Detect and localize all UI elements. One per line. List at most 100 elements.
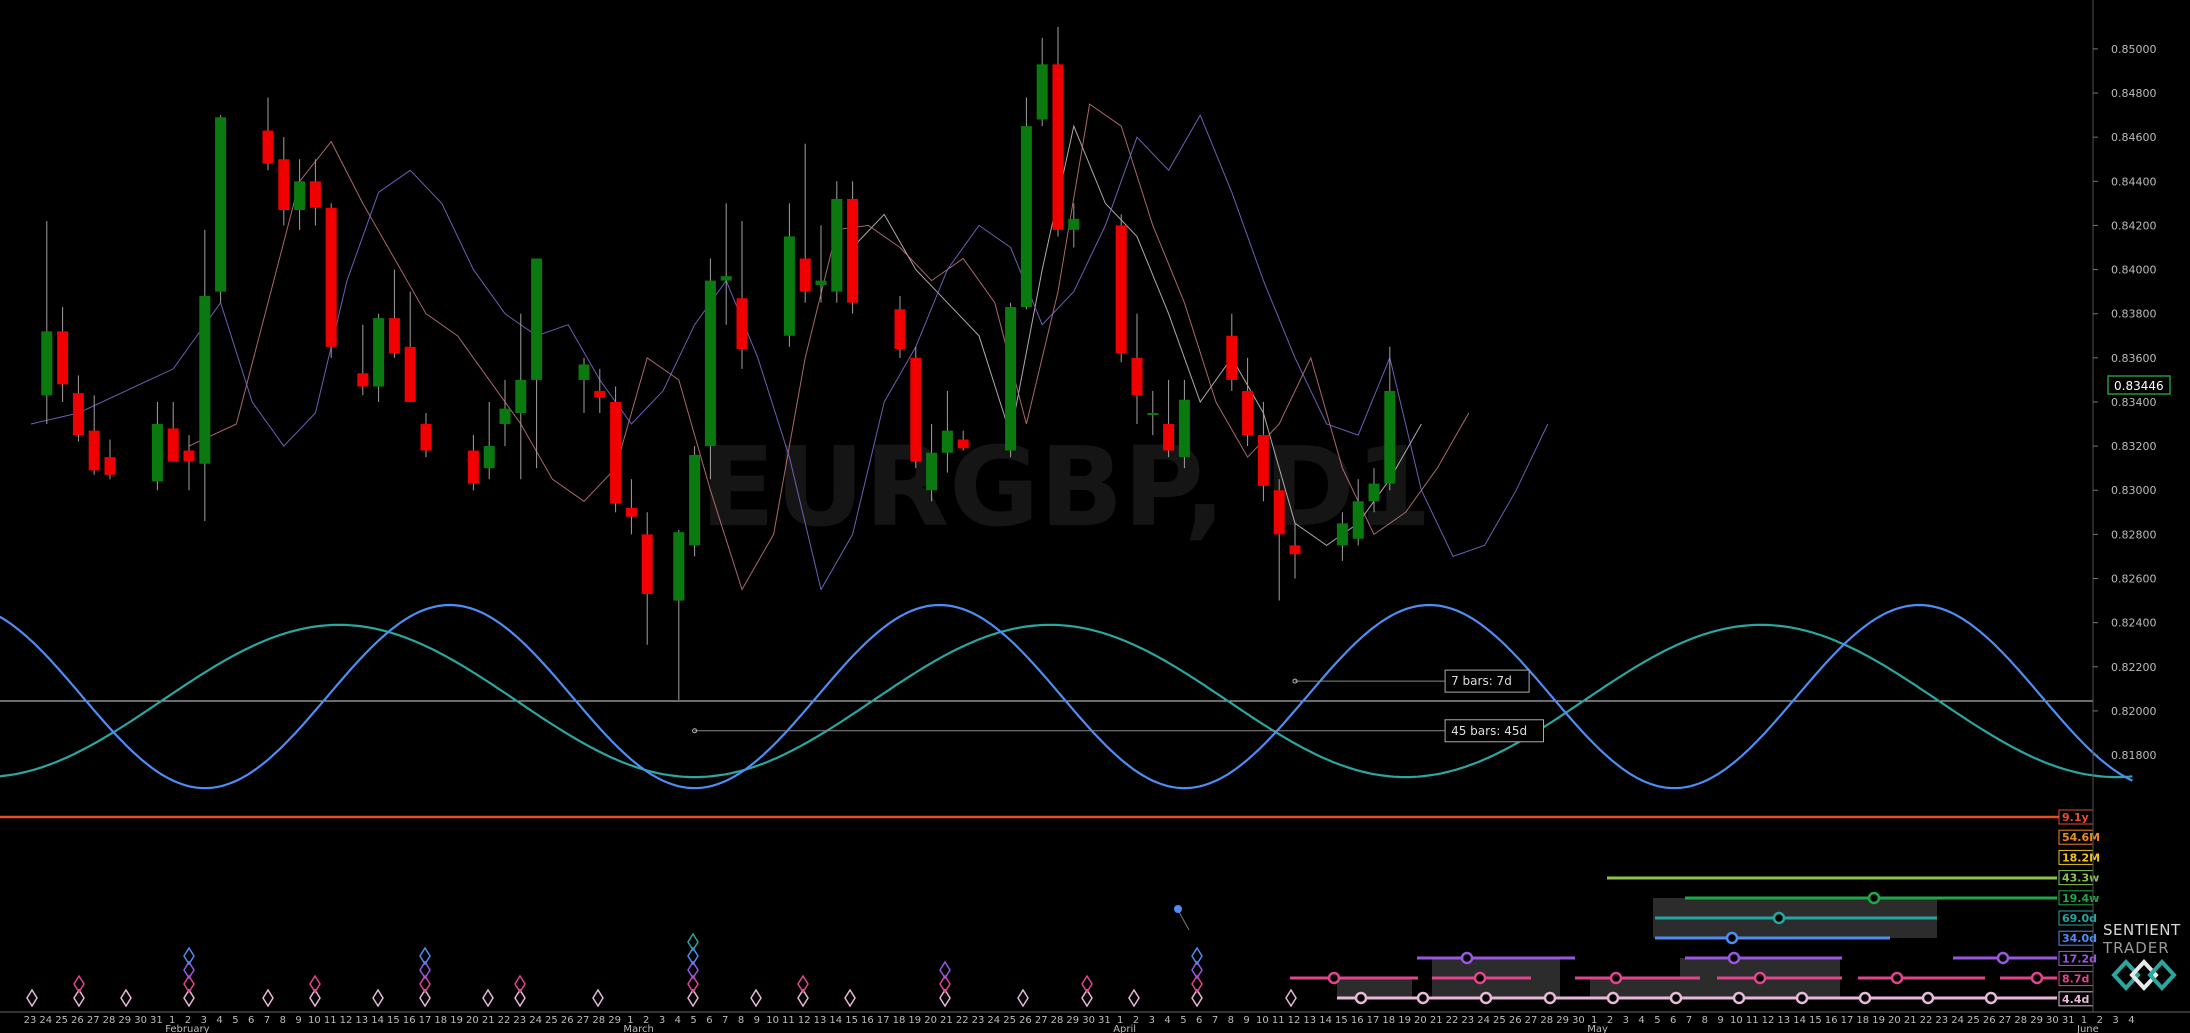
cycle-legend-label: 34.0d <box>2062 932 2097 945</box>
projection-node <box>1732 991 1746 1005</box>
price-tick-label: 0.83600 <box>2111 352 2157 365</box>
date-tick-label: 3 <box>1623 1015 1629 1026</box>
date-tick-label: 30 <box>134 1015 147 1026</box>
candle-body <box>1242 390 1254 436</box>
candle-body <box>704 280 716 447</box>
price-tick-label: 0.84000 <box>2111 264 2157 277</box>
date-tick-label: 23 <box>1461 1015 1474 1026</box>
date-tick-label: 29 <box>2030 1015 2043 1026</box>
price-tick-label: 0.83000 <box>2111 484 2157 497</box>
projection-node <box>1867 891 1881 905</box>
candle-body <box>673 532 685 601</box>
candle-body <box>941 430 953 453</box>
candle-body <box>41 331 53 396</box>
date-tick-label: 20 <box>924 1015 937 1026</box>
date-tick-label: 31 <box>1098 1015 1111 1026</box>
candle-body <box>1115 225 1127 354</box>
date-tick-label: 9 <box>754 1015 760 1026</box>
date-tick-label: 15 <box>845 1015 858 1026</box>
date-tick-label: 26 <box>1983 1015 1996 1026</box>
price-tick-label: 0.85000 <box>2111 43 2157 56</box>
date-tick-label: 9 <box>1717 1015 1723 1026</box>
candle-body <box>309 181 321 208</box>
date-tick-label: 17 <box>1367 1015 1380 1026</box>
date-tick-label: 9 <box>295 1015 301 1026</box>
month-label: June <box>2076 1024 2099 1033</box>
date-tick-label: 31 <box>2062 1015 2075 1026</box>
date-tick-label: 7 <box>722 1015 728 1026</box>
date-tick-label: 19 <box>1872 1015 1885 1026</box>
date-tick-label: 8 <box>280 1015 286 1026</box>
candle-body <box>531 258 543 380</box>
date-tick-label: 23 <box>1935 1015 1948 1026</box>
candle-body <box>815 280 827 286</box>
month-label: March <box>623 1024 653 1033</box>
date-tick-label: 13 <box>355 1015 368 1026</box>
candle-body <box>1005 307 1017 451</box>
date-tick-label: 3 <box>659 1015 665 1026</box>
candle-body <box>799 258 811 292</box>
candle-body <box>1163 424 1175 451</box>
date-tick-label: 20 <box>466 1015 479 1026</box>
candle-body <box>783 236 795 336</box>
cycle-legend-label: 54.6M <box>2062 831 2100 844</box>
date-tick-label: 19 <box>1398 1015 1411 1026</box>
date-tick-label: 10 <box>1256 1015 1269 1026</box>
date-tick-label: 26 <box>1509 1015 1522 1026</box>
candle-body <box>499 408 511 425</box>
date-tick-label: 20 <box>1888 1015 1901 1026</box>
cycle-legend-label: 43.3w <box>2062 872 2099 885</box>
price-tick-label: 0.83200 <box>2111 440 2157 453</box>
date-tick-label: 16 <box>1351 1015 1364 1026</box>
price-tick-label: 0.84200 <box>2111 219 2157 232</box>
cycle-legend-label: 17.2d <box>2062 952 2097 965</box>
candle-body <box>736 298 748 350</box>
date-tick-label: 10 <box>766 1015 779 1026</box>
date-tick-label: 14 <box>1793 1015 1806 1026</box>
date-tick-label: 13 <box>814 1015 827 1026</box>
candle-body <box>88 430 100 471</box>
candle-body <box>926 452 938 491</box>
candle-body <box>957 439 969 449</box>
date-tick-label: 15 <box>1809 1015 1822 1026</box>
candle-body <box>57 331 69 385</box>
candle-body <box>1289 545 1301 555</box>
date-tick-label: 7 <box>264 1015 270 1026</box>
date-tick-label: 4 <box>2128 1015 2134 1026</box>
date-tick-label: 26 <box>1019 1015 1032 1026</box>
candle-body <box>578 364 590 380</box>
candle-body <box>831 198 843 292</box>
candle-body <box>215 117 227 292</box>
candle-body <box>294 181 306 210</box>
date-tick-label: 24 <box>987 1015 1000 1026</box>
date-tick-label: 12 <box>1288 1015 1301 1026</box>
date-tick-label: 30 <box>2046 1015 2059 1026</box>
candle-body <box>167 428 179 462</box>
date-tick-label: 18 <box>1382 1015 1395 1026</box>
projection-node <box>1609 971 1623 985</box>
candle-body <box>72 393 84 436</box>
date-tick-label: 3 <box>1149 1015 1155 1026</box>
price-tick-label: 0.82000 <box>2111 705 2157 718</box>
date-tick-label: 29 <box>1556 1015 1569 1026</box>
date-tick-label: 11 <box>1272 1015 1285 1026</box>
candle-body <box>104 457 116 475</box>
date-tick-label: 27 <box>1035 1015 1048 1026</box>
candle-body <box>515 379 527 413</box>
date-tick-label: 17 <box>419 1015 432 1026</box>
date-tick-label: 5 <box>1654 1015 1660 1026</box>
date-tick-label: 5 <box>690 1015 696 1026</box>
date-tick-label: 7 <box>1212 1015 1218 1026</box>
date-tick-label: 27 <box>577 1015 590 1026</box>
candle-body <box>847 198 859 303</box>
projection-node <box>1460 951 1474 965</box>
date-tick-label: 22 <box>1920 1015 1933 1026</box>
price-tick-label: 0.82600 <box>2111 573 2157 586</box>
candle-body <box>1147 413 1159 415</box>
date-tick-label: 14 <box>371 1015 384 1026</box>
brand-line-1: SENTIENT <box>2103 921 2181 939</box>
projection-node <box>1606 991 1620 1005</box>
candle-body <box>357 373 369 387</box>
date-tick-label: 25 <box>1493 1015 1506 1026</box>
candle-body <box>610 401 622 504</box>
